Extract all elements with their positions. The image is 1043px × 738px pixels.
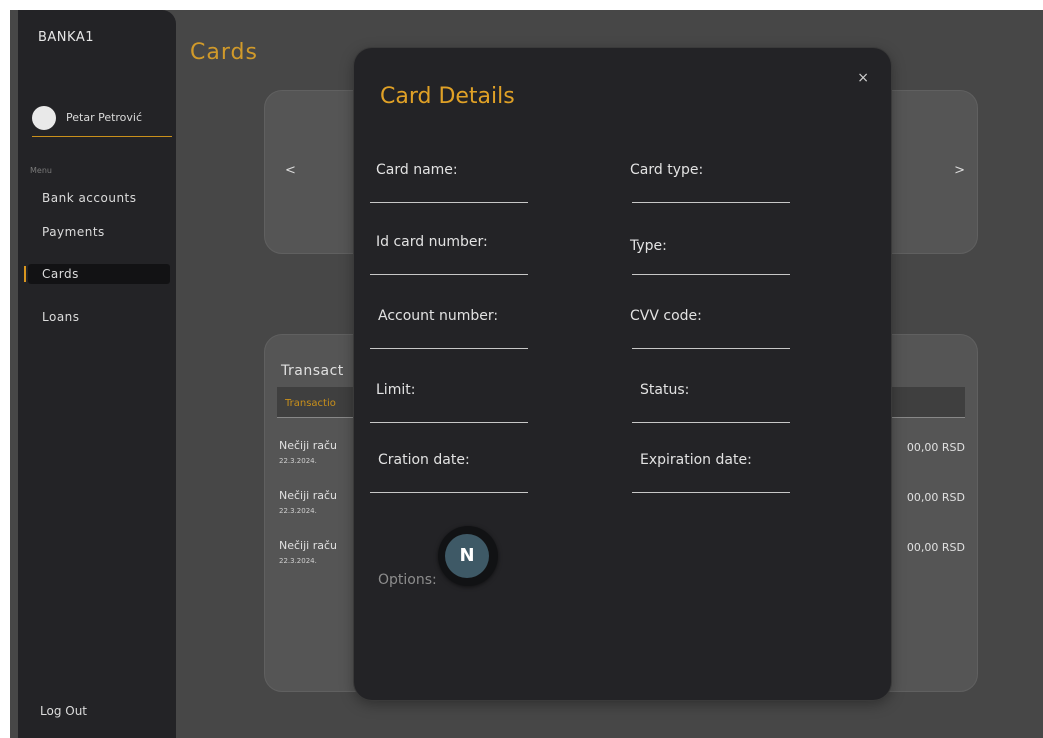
field-label: Card type:	[630, 162, 704, 178]
modal-title: Card Details	[380, 84, 515, 109]
transaction-name: Nečiji raču	[279, 489, 337, 502]
sidebar-item-cards[interactable]: Cards	[24, 264, 170, 284]
sidebar-item-label: Cards	[42, 267, 79, 281]
brand-logo: BANKA1	[38, 30, 94, 45]
transactions-title: Transact	[281, 363, 344, 379]
transaction-date: 22.3.2024.	[279, 457, 317, 465]
status-field[interactable]: Status:	[632, 382, 790, 423]
field-label: Limit:	[376, 382, 416, 398]
logout-button[interactable]: Log Out	[40, 704, 87, 718]
card-name-field[interactable]: Card name:	[370, 162, 528, 203]
sidebar: BANKA1 Petar Petrović Menu Bank accounts…	[18, 10, 176, 738]
creation-date-field[interactable]: Cration date:	[370, 452, 528, 493]
page-title: Cards	[190, 40, 258, 65]
card-details-modal: × Card Details Card name: Card type: Id …	[354, 48, 891, 700]
close-icon[interactable]: ×	[857, 70, 869, 86]
type-field[interactable]: Type:	[630, 234, 790, 275]
options-label: Options:	[378, 572, 437, 588]
transaction-name: Nečiji raču	[279, 439, 337, 452]
sidebar-item-loans[interactable]: Loans	[28, 307, 170, 327]
chevron-left-icon[interactable]: <	[285, 163, 296, 178]
transaction-amount: 00,00 RSD	[906, 441, 965, 454]
transaction-amount: 00,00 RSD	[906, 541, 965, 554]
field-label: CVV code:	[630, 308, 702, 324]
field-label: Type:	[630, 238, 667, 254]
card-type-field[interactable]: Card type:	[630, 162, 790, 203]
field-label: Cration date:	[378, 452, 470, 468]
menu-label: Menu	[30, 166, 52, 175]
limit-field[interactable]: Limit:	[370, 382, 528, 423]
account-number-field[interactable]: Account number:	[370, 308, 528, 349]
field-label: Expiration date:	[640, 452, 752, 468]
chevron-right-icon[interactable]: >	[954, 163, 965, 178]
avatar	[32, 106, 56, 130]
field-label: Id card number:	[376, 234, 488, 250]
transactions-header-label: Transactio	[285, 398, 336, 409]
expiration-date-field[interactable]: Expiration date:	[632, 452, 790, 493]
field-label: Card name:	[376, 162, 458, 178]
sidebar-item-label: Loans	[42, 310, 80, 324]
app-window: BANKA1 Petar Petrović Menu Bank accounts…	[10, 10, 1043, 738]
sidebar-item-payments[interactable]: Payments	[28, 222, 170, 242]
user-name: Petar Petrović	[66, 111, 143, 124]
id-card-number-field[interactable]: Id card number:	[370, 234, 528, 275]
user-profile[interactable]: Petar Petrović	[32, 106, 172, 137]
transaction-date: 22.3.2024.	[279, 557, 317, 565]
transaction-amount: 00,00 RSD	[906, 491, 965, 504]
field-label: Status:	[640, 382, 690, 398]
transaction-date: 22.3.2024.	[279, 507, 317, 515]
avatar-letter: N	[445, 534, 489, 578]
cvv-code-field[interactable]: CVV code:	[630, 308, 790, 349]
transaction-name: Nečiji raču	[279, 539, 337, 552]
sidebar-item-bank-accounts[interactable]: Bank accounts	[28, 188, 170, 208]
field-label: Account number:	[378, 308, 499, 324]
floating-avatar-button[interactable]: N	[438, 526, 498, 586]
sidebar-item-label: Payments	[42, 225, 105, 239]
sidebar-item-label: Bank accounts	[42, 191, 137, 205]
